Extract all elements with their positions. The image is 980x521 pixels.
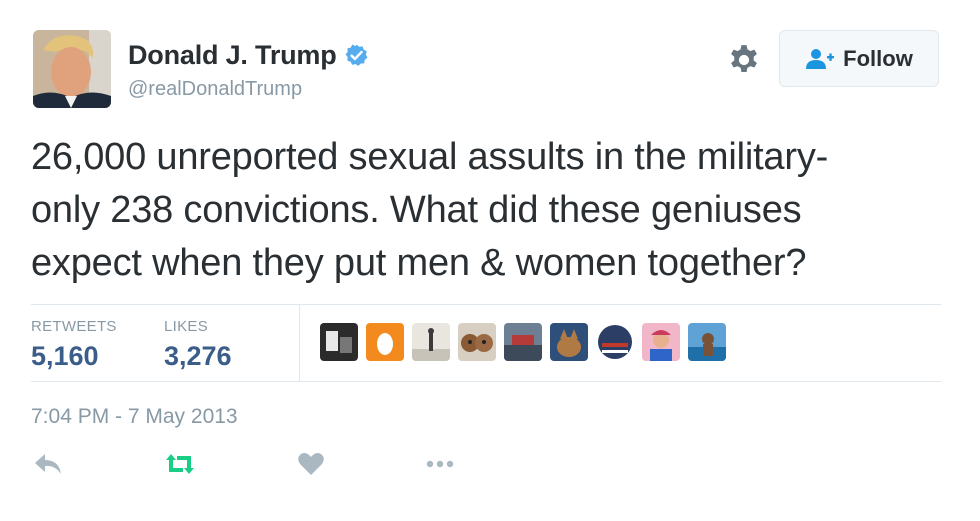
liker-avatar[interactable] (642, 323, 680, 361)
retweets-stat[interactable]: RETWEETS 5,160 (31, 318, 117, 372)
tweet-line: expect when they put men & women togethe… (31, 242, 807, 284)
avatar[interactable] (33, 30, 111, 108)
stats-divider-top (31, 304, 941, 305)
user-name[interactable]: Donald J. Trump (128, 40, 337, 71)
tweet-line: 26,000 unreported sexual assults in the … (31, 136, 829, 178)
tweet-text: 26,000 unreported sexual assults in the … (31, 131, 951, 290)
likes-count: 3,276 (164, 341, 232, 371)
liker-avatar[interactable] (596, 323, 634, 361)
tweet-line: only 238 convictions. What did these gen… (31, 189, 802, 231)
liker-avatar[interactable] (412, 323, 450, 361)
retweet-icon[interactable] (163, 452, 197, 476)
avatar-image (33, 30, 111, 108)
liker-avatar[interactable] (550, 323, 588, 361)
liker-avatar[interactable] (366, 323, 404, 361)
liker-avatar[interactable] (320, 323, 358, 361)
liker-avatar[interactable] (504, 323, 542, 361)
follow-button[interactable]: Follow (779, 30, 939, 87)
liker-avatar[interactable] (688, 323, 726, 361)
more-icon[interactable] (424, 452, 456, 476)
likes-stat[interactable]: LIKES 3,276 (164, 318, 232, 372)
follow-label: Follow (843, 45, 913, 71)
liker-avatar[interactable] (458, 323, 496, 361)
stats-divider-bottom (31, 381, 941, 382)
heart-icon[interactable] (297, 452, 325, 476)
reply-icon[interactable] (33, 452, 63, 476)
verified-badge-icon (345, 44, 367, 66)
retweets-count: 5,160 (31, 341, 99, 371)
tweet-timestamp[interactable]: 7:04 PM - 7 May 2013 (31, 405, 238, 429)
add-user-icon (806, 48, 835, 69)
likes-label: LIKES (164, 318, 209, 335)
retweets-label: RETWEETS (31, 318, 117, 335)
stats-divider-vertical (299, 305, 300, 381)
likers-avatars (320, 323, 734, 361)
user-handle[interactable]: @realDonaldTrump (128, 78, 302, 101)
user-name-row: Donald J. Trump (128, 40, 369, 71)
gear-icon[interactable] (727, 43, 761, 77)
